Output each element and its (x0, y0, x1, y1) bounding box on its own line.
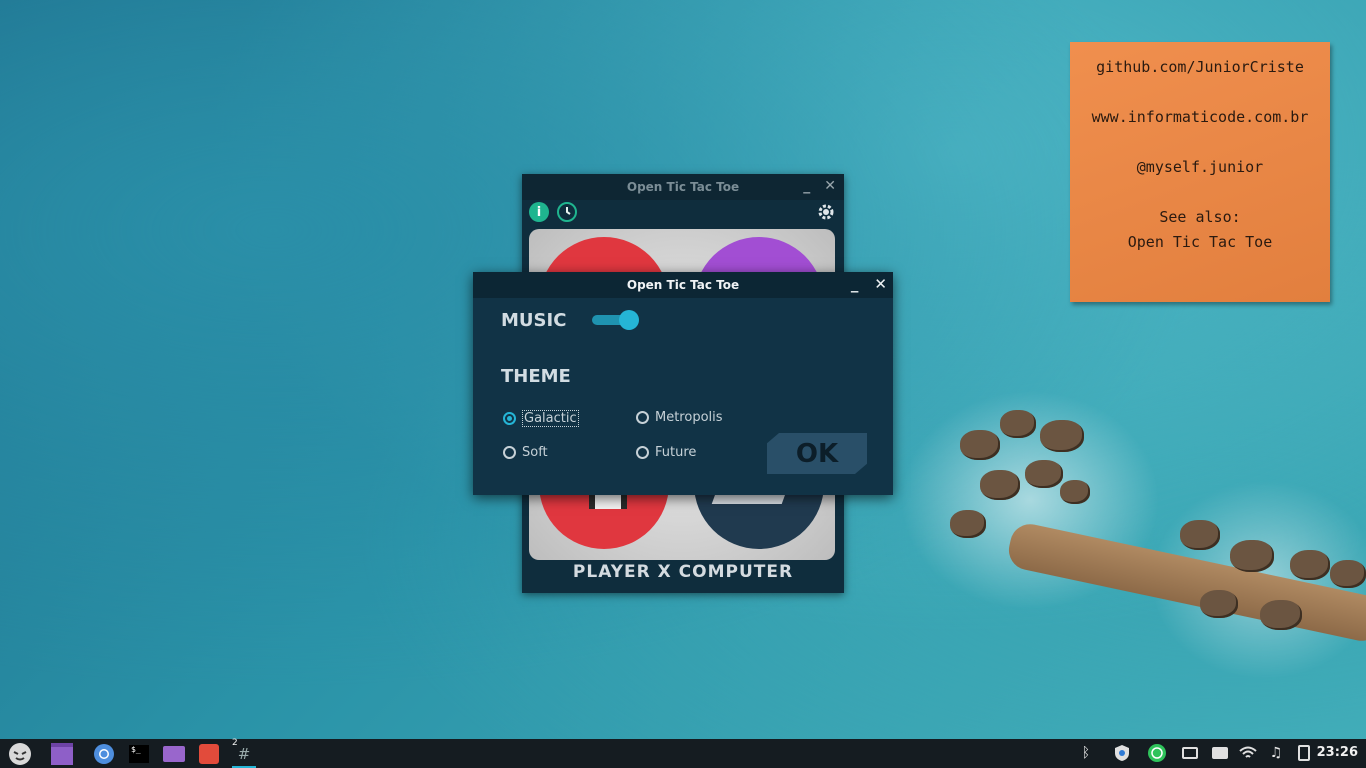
theme-soft-radio[interactable]: Soft (503, 445, 548, 460)
radio-unselected-icon[interactable] (636, 411, 649, 424)
info-icon[interactable]: i (529, 202, 549, 222)
files-icon[interactable] (162, 742, 186, 766)
clock[interactable]: 23:26 (1317, 745, 1358, 760)
whatsapp-icon[interactable] (1147, 743, 1167, 763)
workspace-badge: 2 (232, 738, 238, 748)
note-line-project: Open Tic Tac Toe (1127, 233, 1273, 251)
shield-icon[interactable] (1112, 743, 1132, 763)
theme-metropolis-label: Metropolis (655, 410, 723, 425)
bluetooth-icon[interactable]: ᛒ (1076, 743, 1096, 763)
battery-icon[interactable] (1294, 743, 1314, 763)
music-label: MUSIC (501, 310, 567, 331)
window-icon[interactable] (50, 742, 74, 766)
workspace-icon[interactable]: # 2 (232, 738, 256, 768)
minimize-button[interactable]: _ (803, 178, 810, 194)
minimize-button[interactable]: _ (851, 275, 859, 293)
theme-metropolis-radio[interactable]: Metropolis (636, 410, 723, 425)
screenshot-icon[interactable] (1180, 743, 1200, 763)
note-line-github: github.com/JuniorCriste (1096, 58, 1304, 76)
theme-galactic-label: Galactic (522, 410, 579, 427)
close-button[interactable]: ✕ (874, 275, 887, 293)
music-toggle[interactable] (592, 310, 639, 330)
theme-galactic-radio[interactable]: Galactic (503, 410, 579, 427)
game-window-title: Open Tic Tac Toe (626, 180, 740, 194)
music-icon[interactable]: ♫ (1266, 743, 1286, 763)
settings-title: Open Tic Tac Toe (626, 278, 740, 292)
menu-icon[interactable] (8, 742, 32, 766)
radio-unselected-icon[interactable] (636, 446, 649, 459)
match-label: PLAYER X COMPUTER (572, 562, 794, 582)
theme-soft-label: Soft (522, 445, 548, 460)
terminal-icon[interactable]: $_ (127, 742, 151, 766)
taskbar: $_ # 2 ᛒ ♫ 23:26 (0, 738, 1366, 768)
gear-icon[interactable] (816, 202, 836, 222)
chromium-icon[interactable] (92, 742, 116, 766)
theme-future-label: Future (655, 445, 697, 460)
note-line-website: www.informaticode.com.br (1091, 108, 1309, 126)
editor-icon[interactable] (197, 742, 221, 766)
history-icon[interactable] (557, 202, 577, 222)
radio-selected-icon[interactable] (503, 412, 516, 425)
settings-dialog[interactable]: Open Tic Tac Toe _ ✕ MUSIC THEME Galacti… (473, 272, 893, 495)
game-window-titlebar[interactable]: Open Tic Tac Toe _ ✕ (522, 174, 844, 200)
sticky-note[interactable]: github.com/JuniorCriste www.informaticod… (1070, 42, 1330, 302)
theme-future-radio[interactable]: Future (636, 445, 696, 460)
note-line-see-also: See also: (1159, 208, 1241, 226)
radio-unselected-icon[interactable] (503, 446, 516, 459)
theme-label: THEME (501, 366, 571, 387)
printer-icon[interactable] (1210, 743, 1230, 763)
ok-button[interactable]: OK (767, 433, 867, 474)
close-button[interactable]: ✕ (824, 178, 836, 194)
wifi-icon[interactable] (1238, 743, 1258, 763)
settings-titlebar[interactable]: Open Tic Tac Toe _ ✕ (473, 272, 893, 298)
note-line-handle: @myself.junior (1136, 158, 1264, 176)
